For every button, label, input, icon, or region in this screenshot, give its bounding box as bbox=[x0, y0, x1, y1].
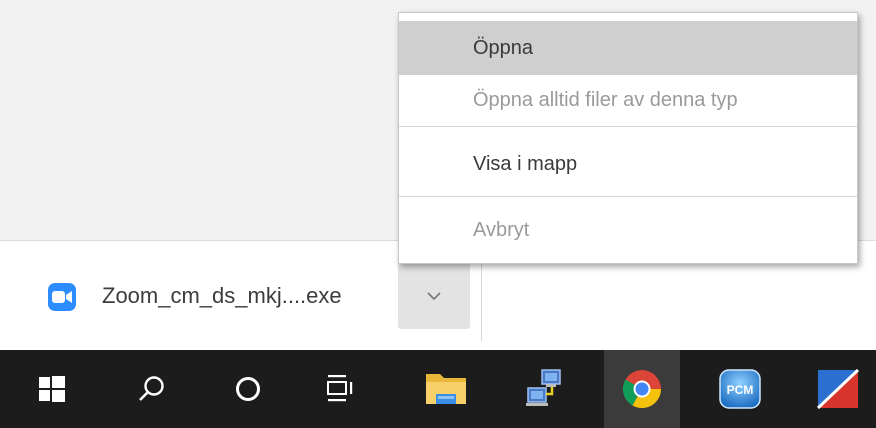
taskbar: PCM bbox=[0, 350, 876, 428]
download-options-button[interactable] bbox=[398, 263, 470, 329]
windows-logo-icon bbox=[39, 376, 65, 402]
task-view-icon bbox=[327, 375, 353, 402]
menu-separator bbox=[399, 196, 857, 197]
download-file-name: Zoom_cm_ds_mkj....exe bbox=[102, 283, 342, 308]
circle-icon bbox=[236, 377, 260, 401]
task-view-button[interactable] bbox=[302, 350, 378, 428]
network-button[interactable] bbox=[508, 350, 584, 428]
chrome-icon bbox=[622, 370, 662, 409]
search-button[interactable] bbox=[112, 350, 188, 428]
network-computers-icon bbox=[526, 369, 561, 406]
pcm-icon: PCM bbox=[719, 369, 761, 409]
menu-item-show-in-folder[interactable]: Visa i mapp bbox=[399, 135, 857, 193]
app-button[interactable] bbox=[800, 350, 876, 428]
download-item[interactable]: Zoom_cm_ds_mkj....exe bbox=[30, 263, 470, 329]
screen: Zoom_cm_ds_mkj....exe Öppna Öppna alltid… bbox=[0, 0, 876, 428]
search-icon bbox=[139, 376, 164, 401]
menu-item-always-open[interactable]: Öppna alltid filer av denna typ bbox=[399, 75, 857, 125]
shelf-divider bbox=[481, 261, 482, 341]
pcm-button[interactable]: PCM bbox=[702, 350, 778, 428]
start-button[interactable] bbox=[14, 350, 90, 428]
folder-icon bbox=[426, 374, 466, 404]
chrome-button[interactable] bbox=[604, 350, 680, 428]
menu-item-cancel[interactable]: Avbryt bbox=[399, 205, 857, 255]
menu-item-open[interactable]: Öppna bbox=[399, 21, 857, 75]
download-context-menu: Öppna Öppna alltid filer av denna typ Vi… bbox=[398, 12, 858, 264]
file-explorer-button[interactable] bbox=[408, 350, 484, 428]
app-tile-icon bbox=[816, 368, 860, 410]
chevron-down-icon bbox=[427, 292, 441, 301]
pcm-label: PCM bbox=[727, 383, 754, 397]
menu-separator bbox=[399, 126, 857, 127]
zoom-icon bbox=[48, 283, 76, 311]
cortana-button[interactable] bbox=[210, 350, 286, 428]
